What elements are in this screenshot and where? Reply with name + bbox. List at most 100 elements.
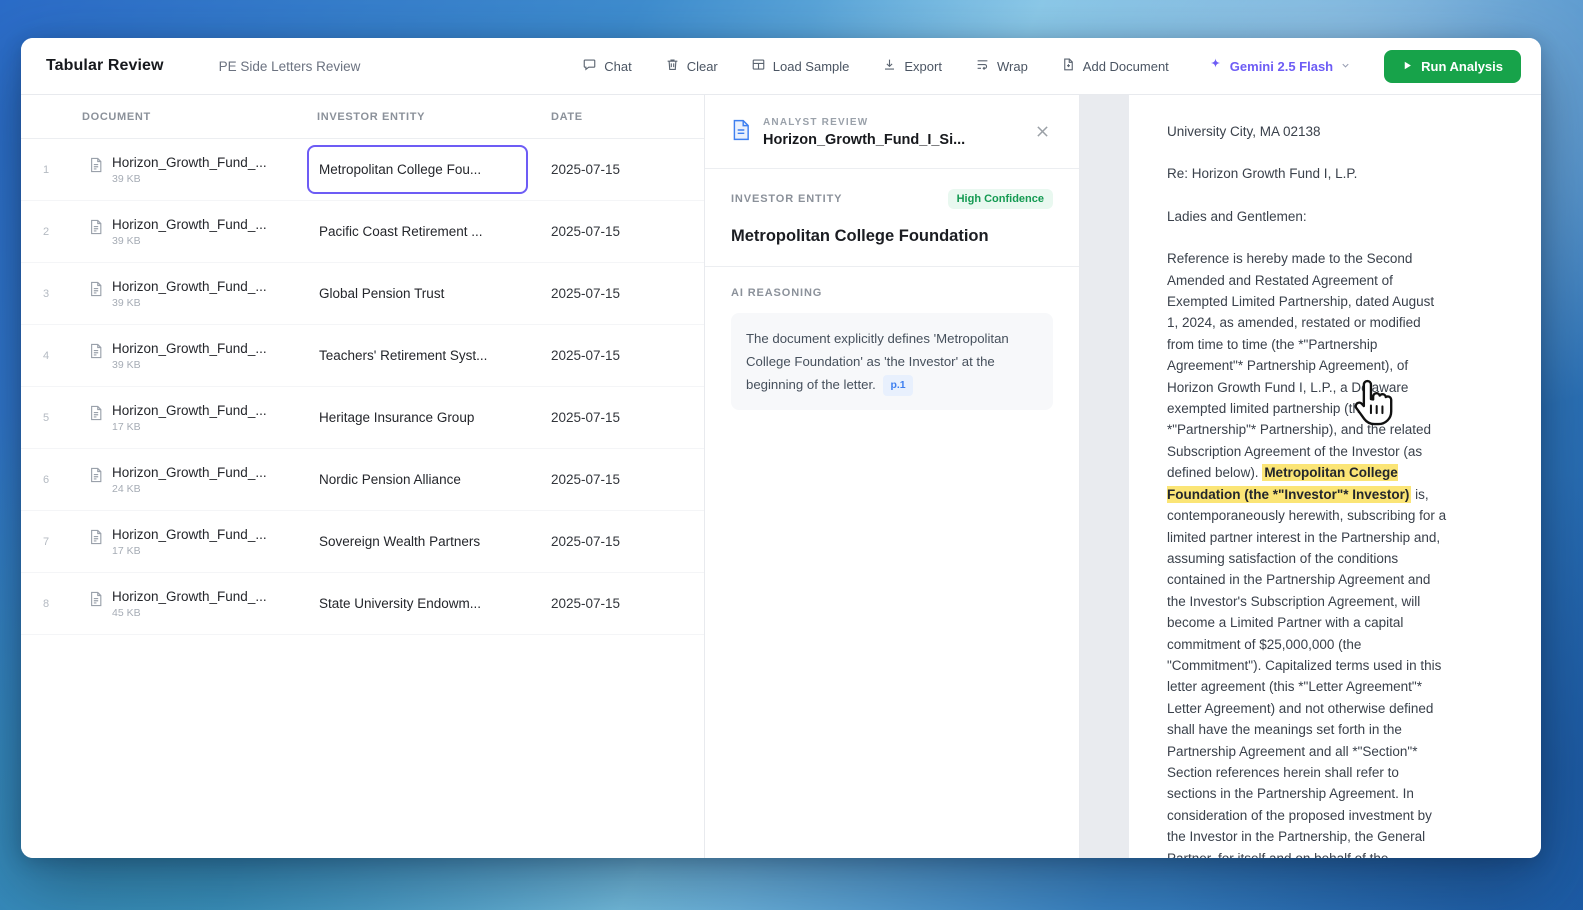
- file-icon: [89, 343, 103, 359]
- content-area: DOCUMENT INVESTOR ENTITY DATE 1 Horizon_…: [21, 95, 1541, 858]
- app-title: Tabular Review: [46, 57, 164, 74]
- analyst-review-panel: ANALYST REVIEW Horizon_Growth_Fund_I_Si.…: [705, 95, 1080, 858]
- file-plus-icon: [1061, 57, 1076, 75]
- file-icon: [89, 219, 103, 235]
- panel-divider: [705, 266, 1079, 267]
- export-button[interactable]: Export: [882, 57, 942, 75]
- close-panel-button[interactable]: [1032, 121, 1053, 142]
- table-row[interactable]: 5 Horizon_Growth_Fund_... 17 KB Heritage…: [21, 387, 704, 449]
- clear-button[interactable]: Clear: [665, 57, 718, 75]
- cell-investor-entity[interactable]: Teachers' Retirement Syst...: [302, 331, 536, 380]
- ai-reasoning-text: The document explicitly defines 'Metropo…: [746, 331, 1009, 393]
- file-icon: [89, 281, 103, 297]
- table-row[interactable]: 7 Horizon_Growth_Fund_... 17 KB Sovereig…: [21, 511, 704, 573]
- header-bar: Tabular Review PE Side Letters Review Ch…: [21, 38, 1541, 95]
- table-row[interactable]: 1 Horizon_Growth_Fund_... 39 KB Metropol…: [21, 139, 704, 201]
- table-grid-icon: [751, 57, 766, 75]
- page-reference-badge[interactable]: p.1: [883, 375, 913, 396]
- ai-reasoning-box: The document explicitly defines 'Metropo…: [731, 313, 1053, 411]
- cell-document[interactable]: Horizon_Growth_Fund_... 45 KB: [67, 589, 302, 619]
- chat-icon: [582, 57, 597, 75]
- document-address-line: University City, MA 02138: [1167, 124, 1321, 139]
- paragraph-text: is, contemporaneously herewith, subscrib…: [1167, 486, 1447, 858]
- cell-document[interactable]: Horizon_Growth_Fund_... 39 KB: [67, 155, 302, 185]
- document-name: Horizon_Growth_Fund_...: [112, 154, 267, 170]
- model-selector[interactable]: Gemini 2.5 Flash: [1208, 57, 1351, 75]
- document-name: Horizon_Growth_Fund_...: [112, 464, 267, 480]
- cell-document[interactable]: Horizon_Growth_Fund_... 39 KB: [67, 279, 302, 309]
- cell-investor-entity[interactable]: Heritage Insurance Group: [302, 393, 536, 442]
- table-row[interactable]: 4 Horizon_Growth_Fund_... 39 KB Teachers…: [21, 325, 704, 387]
- table-row[interactable]: 2 Horizon_Growth_Fund_... 39 KB Pacific …: [21, 201, 704, 263]
- row-number: 5: [43, 411, 50, 424]
- column-header-date[interactable]: DATE: [536, 111, 704, 123]
- document-size: 39 KB: [112, 234, 141, 247]
- cell-document[interactable]: Horizon_Growth_Fund_... 17 KB: [67, 403, 302, 433]
- cell-date[interactable]: 2025-07-15: [536, 162, 704, 177]
- field-header-row: INVESTOR ENTITY High Confidence: [731, 189, 1053, 209]
- table-row[interactable]: 6 Horizon_Growth_Fund_... 24 KB Nordic P…: [21, 449, 704, 511]
- cell-date[interactable]: 2025-07-15: [536, 472, 704, 487]
- cell-investor-entity[interactable]: Metropolitan College Fou...: [302, 145, 536, 194]
- field-label: INVESTOR ENTITY: [731, 193, 843, 205]
- paragraph-text: Reference is hereby made to the Second A…: [1167, 251, 1435, 481]
- row-number: 4: [43, 349, 50, 362]
- analyst-review-eyebrow: ANALYST REVIEW: [763, 117, 869, 128]
- row-number: 7: [43, 535, 50, 548]
- text-wrap-icon: [975, 57, 990, 75]
- document-size: 17 KB: [112, 420, 141, 433]
- column-header-investor-entity[interactable]: INVESTOR ENTITY: [302, 111, 536, 123]
- document-name: Horizon_Growth_Fund_...: [112, 588, 267, 604]
- download-icon: [882, 57, 897, 75]
- table-header-row: DOCUMENT INVESTOR ENTITY DATE: [21, 95, 704, 139]
- selected-cell[interactable]: Metropolitan College Fou...: [307, 145, 528, 194]
- table-row[interactable]: 8 Horizon_Growth_Fund_... 45 KB State Un…: [21, 573, 704, 635]
- cell-date[interactable]: 2025-07-15: [536, 286, 704, 301]
- cell-investor-entity[interactable]: Nordic Pension Alliance: [302, 455, 536, 504]
- chevron-down-icon: [1340, 59, 1351, 74]
- document-name: Horizon_Growth_Fund_...: [112, 340, 267, 356]
- cell-document[interactable]: Horizon_Growth_Fund_... 39 KB: [67, 217, 302, 247]
- cell-date[interactable]: 2025-07-15: [536, 596, 704, 611]
- document-size: 39 KB: [112, 172, 141, 185]
- document-salutation: Ladies and Gentlemen:: [1167, 208, 1307, 224]
- column-header-document[interactable]: DOCUMENT: [67, 111, 302, 123]
- cell-investor-entity[interactable]: State University Endowm...: [302, 579, 536, 628]
- cell-investor-entity[interactable]: Sovereign Wealth Partners: [302, 517, 536, 566]
- document-size: 17 KB: [112, 544, 141, 557]
- cell-date[interactable]: 2025-07-15: [536, 534, 704, 549]
- document-name: Horizon_Growth_Fund_...: [112, 216, 267, 232]
- load-sample-button[interactable]: Load Sample: [751, 57, 849, 75]
- panel-divider: [705, 168, 1079, 169]
- documents-table: DOCUMENT INVESTOR ENTITY DATE 1 Horizon_…: [21, 95, 705, 858]
- file-icon: [89, 405, 103, 421]
- document-body-paragraph: Reference is hereby made to the Second A…: [1167, 248, 1449, 858]
- row-number: 1: [43, 163, 50, 176]
- cell-investor-entity[interactable]: Pacific Coast Retirement ...: [302, 207, 536, 256]
- sparkle-icon: [1208, 57, 1223, 75]
- cell-document[interactable]: Horizon_Growth_Fund_... 17 KB: [67, 527, 302, 557]
- cell-document[interactable]: Horizon_Growth_Fund_... 24 KB: [67, 465, 302, 495]
- cell-date[interactable]: 2025-07-15: [536, 410, 704, 425]
- table-row[interactable]: 3 Horizon_Growth_Fund_... 39 KB Global P…: [21, 263, 704, 325]
- app-window: Tabular Review PE Side Letters Review Ch…: [21, 38, 1541, 858]
- analyst-panel-header: ANALYST REVIEW Horizon_Growth_Fund_I_Si.…: [731, 117, 1053, 148]
- play-icon: [1402, 59, 1413, 74]
- document-size: 39 KB: [112, 296, 141, 309]
- row-number: 2: [43, 225, 50, 238]
- close-icon: [1036, 126, 1049, 141]
- cell-date[interactable]: 2025-07-15: [536, 348, 704, 363]
- chat-button[interactable]: Chat: [582, 57, 632, 75]
- document-name: Horizon_Growth_Fund_...: [112, 402, 267, 418]
- cell-document[interactable]: Horizon_Growth_Fund_... 39 KB: [67, 341, 302, 371]
- cell-date[interactable]: 2025-07-15: [536, 224, 704, 239]
- document-name: Horizon_Growth_Fund_...: [112, 526, 267, 542]
- review-subtitle: PE Side Letters Review: [218, 58, 361, 74]
- cell-investor-entity[interactable]: Global Pension Trust: [302, 269, 536, 318]
- wrap-button[interactable]: Wrap: [975, 57, 1028, 75]
- document-name: Horizon_Growth_Fund_...: [112, 278, 267, 294]
- run-analysis-button[interactable]: Run Analysis: [1384, 49, 1521, 83]
- document-page[interactable]: University City, MA 02138 Re: Horizon Gr…: [1129, 95, 1541, 858]
- add-document-button[interactable]: Add Document: [1061, 57, 1169, 75]
- analyst-document-title: Horizon_Growth_Fund_I_Si...: [763, 132, 966, 148]
